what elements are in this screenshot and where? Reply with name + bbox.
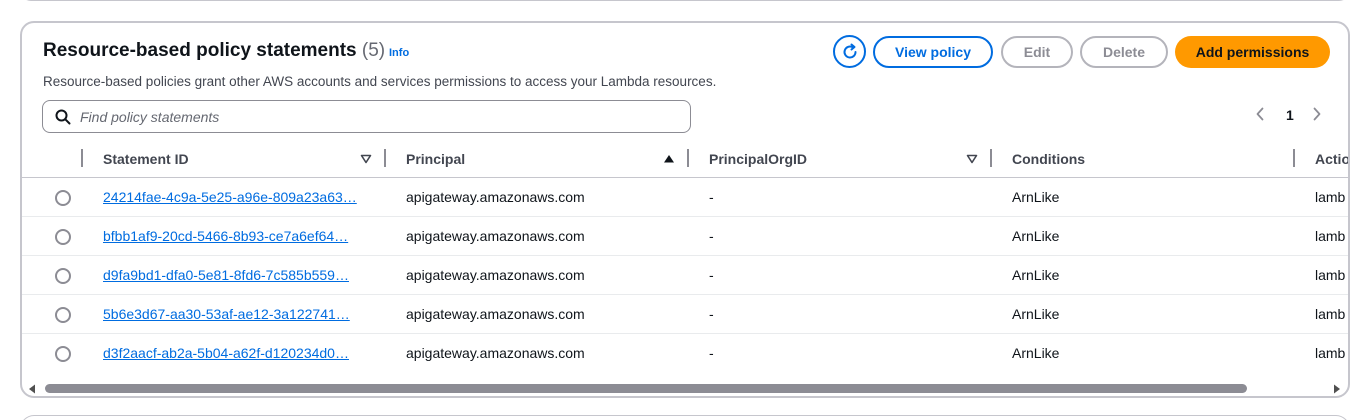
row-radio[interactable] [55,346,71,362]
row-radio[interactable] [55,190,71,206]
conditions-cell: ArnLike [1012,267,1060,283]
table-row: 5b6e3d67-aa30-53af-ae12-3a122741… apigat… [22,295,1348,334]
conditions-cell: ArnLike [1012,189,1060,205]
scroll-left-icon[interactable] [28,384,36,394]
caret-down-outline-icon[interactable] [360,154,372,164]
panel-description: Resource-based policies grant other AWS … [43,74,717,89]
principal-cell: apigateway.amazonaws.com [406,228,585,244]
caret-up-filled-icon[interactable] [663,154,675,164]
statement-id-link[interactable]: d9fa9bd1-dfa0-5e81-8fd6-7c585b559… [103,267,365,283]
resource-policy-panel: Resource-based policy statements (5) Inf… [20,21,1350,398]
panel-title: Resource-based policy statements (5) [43,40,385,62]
column-header-conditions[interactable]: Conditions [1012,151,1085,167]
action-cell: lamb [1315,267,1346,283]
refresh-icon [843,43,856,58]
table-row: bfbb1af9-20cd-5466-8b93-ce7a6ef64… apiga… [22,217,1348,256]
page-number[interactable]: 1 [1286,107,1294,123]
column-header-statement-id[interactable]: Statement ID [103,151,189,167]
principal-org-id-cell: - [709,267,714,283]
info-link[interactable]: Info [389,47,409,59]
add-permissions-button[interactable]: Add permissions [1175,36,1330,68]
statement-id-link[interactable]: bfbb1af9-20cd-5466-8b93-ce7a6ef64… [103,228,365,244]
principal-org-id-cell: - [709,345,714,361]
caret-down-outline-icon[interactable] [966,154,978,164]
row-radio[interactable] [55,268,71,284]
delete-button[interactable]: Delete [1080,36,1168,68]
column-divider[interactable] [1293,149,1295,167]
table-row: 24214fae-4c9a-5e25-a96e-809a23a63… apiga… [22,178,1348,217]
chevron-left-icon[interactable] [1255,107,1265,121]
next-card-edge [20,415,1350,420]
action-cell: lamb [1315,306,1346,322]
horizontal-scrollbar[interactable] [22,380,1348,396]
conditions-cell: ArnLike [1012,306,1060,322]
principal-cell: apigateway.amazonaws.com [406,306,585,322]
statement-id-link[interactable]: 5b6e3d67-aa30-53af-ae12-3a122741… [103,306,365,322]
principal-cell: apigateway.amazonaws.com [406,189,585,205]
statement-count: (5) [361,40,386,61]
column-divider[interactable] [687,149,689,167]
principal-org-id-cell: - [709,306,714,322]
column-header-action[interactable]: Actio [1315,151,1348,167]
panel-title-text: Resource-based policy statements [43,40,357,61]
table-row: d9fa9bd1-dfa0-5e81-8fd6-7c585b559… apiga… [22,256,1348,295]
column-divider[interactable] [384,149,386,167]
conditions-cell: ArnLike [1012,228,1060,244]
chevron-right-icon[interactable] [1312,107,1322,121]
statement-id-link[interactable]: 24214fae-4c9a-5e25-a96e-809a23a63… [103,189,365,205]
table-row: d3f2aacf-ab2a-5b04-a62f-d120234d0… apiga… [22,334,1348,373]
principal-org-id-cell: - [709,228,714,244]
edit-button[interactable]: Edit [1001,36,1073,68]
conditions-cell: ArnLike [1012,345,1060,361]
scrollbar-thumb[interactable] [45,384,1247,393]
column-divider [81,149,83,167]
action-cell: lamb [1315,189,1346,205]
table-header: Statement ID Principal PrincipalOrgID Co… [22,145,1348,178]
column-header-principal[interactable]: Principal [406,151,465,167]
scroll-right-icon[interactable] [1333,384,1341,394]
principal-cell: apigateway.amazonaws.com [406,345,585,361]
previous-card-edge [20,0,1350,1]
search-input[interactable] [80,108,640,125]
search-icon [55,109,71,125]
search-box [42,100,691,133]
action-cell: lamb [1315,345,1346,361]
view-policy-button[interactable]: View policy [873,36,993,68]
column-divider[interactable] [990,149,992,167]
principal-cell: apigateway.amazonaws.com [406,267,585,283]
row-radio[interactable] [55,307,71,323]
column-header-principal-org-id[interactable]: PrincipalOrgID [709,151,807,167]
refresh-button[interactable] [833,35,866,68]
row-radio[interactable] [55,229,71,245]
principal-org-id-cell: - [709,189,714,205]
statement-id-link[interactable]: d3f2aacf-ab2a-5b04-a62f-d120234d0… [103,345,365,361]
action-cell: lamb [1315,228,1346,244]
